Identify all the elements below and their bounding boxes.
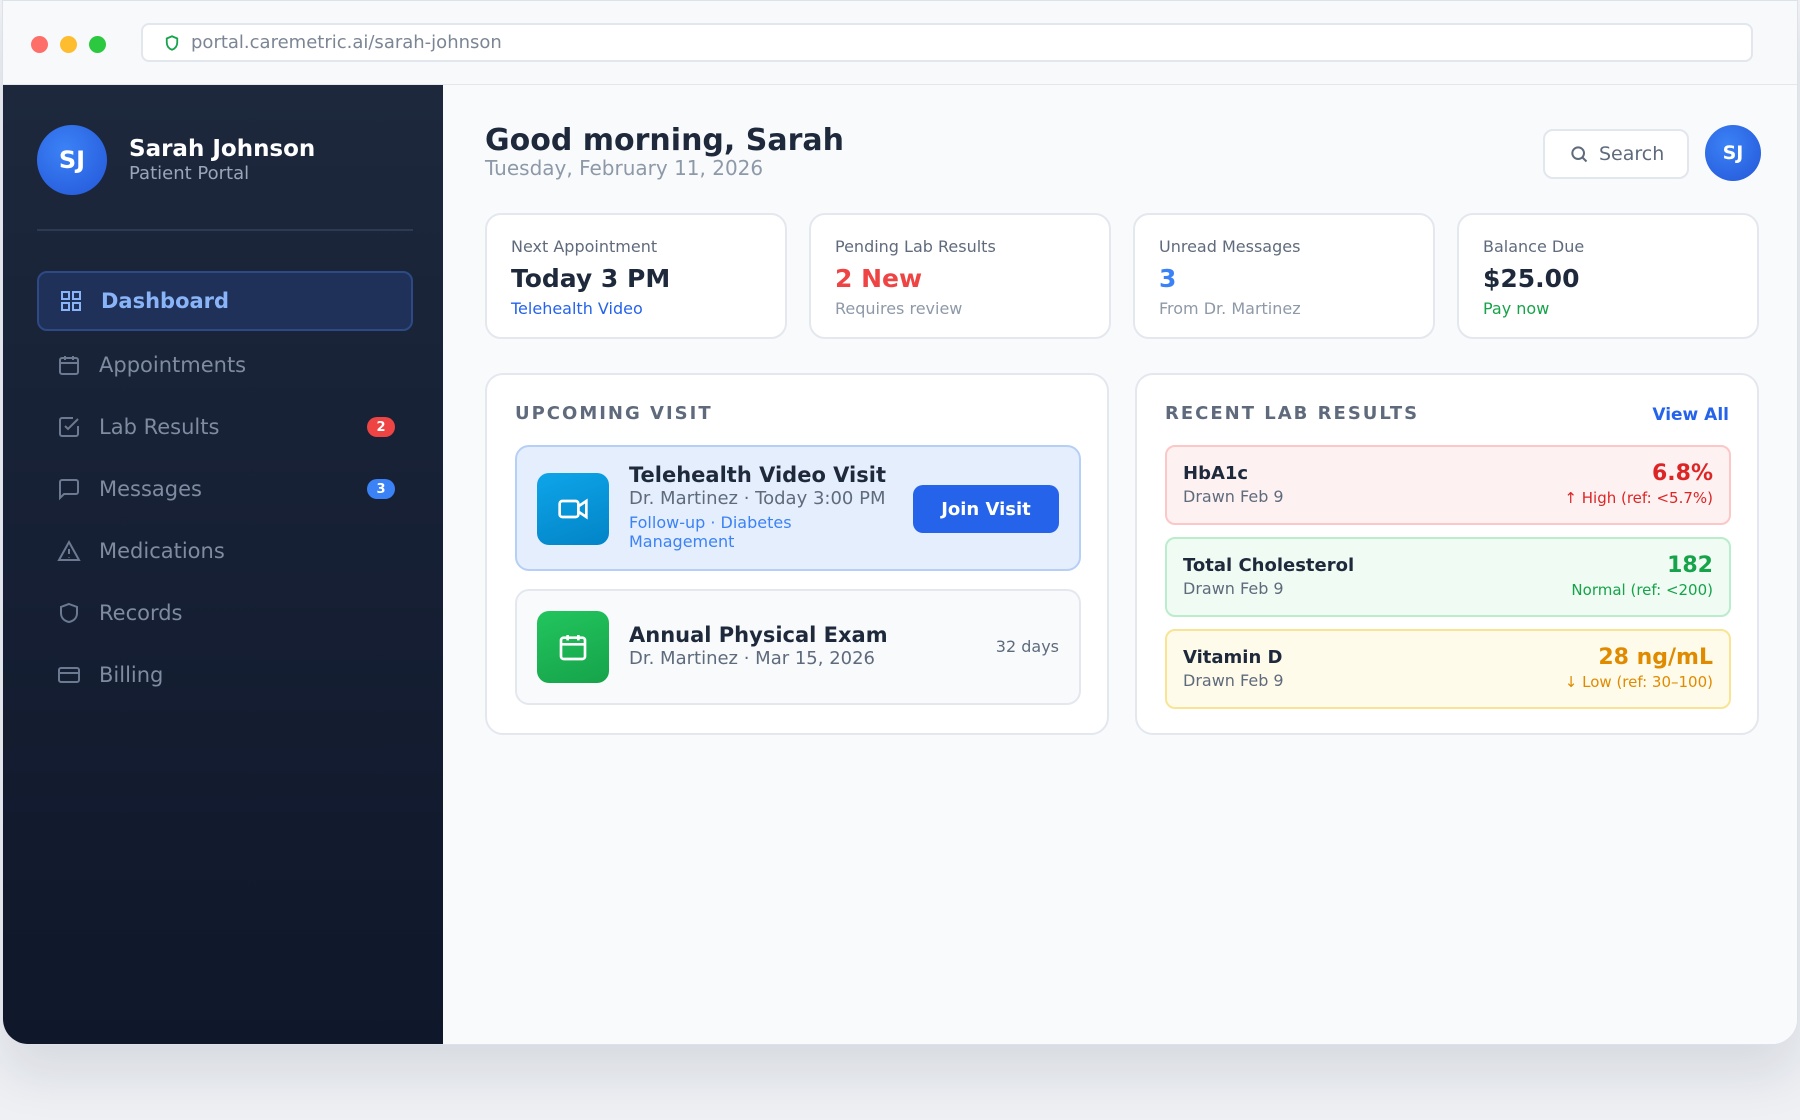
sidebar-item-label: Messages	[99, 477, 202, 501]
page-title: Good morning, Sarah	[485, 123, 844, 158]
lab-result-vitamin-d[interactable]: Vitamin D Drawn Feb 9 28 ng/mL ↓ Low (re…	[1165, 629, 1731, 709]
stat-card-balance-due[interactable]: Balance Due $25.00 Pay now	[1457, 213, 1759, 339]
upcoming-visit-card: UPCOMING VISIT Telehealth Video Visit Dr…	[485, 373, 1109, 735]
lab-result-hba1c[interactable]: HbA1c Drawn Feb 9 6.8% ↑ High (ref: <5.7…	[1165, 445, 1731, 525]
card-title: RECENT LAB RESULTS	[1165, 403, 1420, 424]
address-bar[interactable]: portal.caremetric.ai/sarah-johnson	[141, 23, 1753, 62]
stat-sub: Telehealth Video	[511, 299, 643, 318]
lab-reference: ↑ High (ref: <5.7%)	[1564, 489, 1713, 507]
lab-drawn-date: Drawn Feb 9	[1183, 671, 1284, 690]
stat-card-unread-messages[interactable]: Unread Messages 3 From Dr. Martinez	[1133, 213, 1435, 339]
stat-label: Next Appointment	[511, 237, 658, 256]
lab-name: Total Cholesterol	[1183, 555, 1355, 576]
lab-drawn-date: Drawn Feb 9	[1183, 487, 1284, 506]
stat-card-pending-labs[interactable]: Pending Lab Results 2 New Requires revie…	[809, 213, 1111, 339]
sidebar-nav: Dashboard Appointments Lab Results 2 Mes…	[37, 271, 413, 707]
lab-value: 6.8%	[1651, 461, 1713, 486]
lab-name: HbA1c	[1183, 463, 1249, 484]
stat-value: $25.00	[1483, 264, 1580, 293]
sidebar-item-label: Medications	[99, 539, 225, 563]
visit-tag: Follow-up · Diabetes Management	[629, 513, 792, 551]
credit-card-icon	[58, 667, 80, 683]
visit-title: Annual Physical Exam	[629, 623, 888, 647]
pay-now-link[interactable]: Pay now	[1483, 299, 1733, 318]
stat-value: 3	[1159, 264, 1177, 293]
sidebar-item-medications[interactable]: Medications	[37, 521, 413, 581]
sidebar-item-billing[interactable]: Billing	[37, 645, 413, 705]
sidebar-item-records[interactable]: Records	[37, 583, 413, 643]
visit-title: Telehealth Video Visit	[629, 463, 886, 487]
lab-value: 182	[1667, 553, 1713, 578]
close-window-button[interactable]	[31, 36, 48, 53]
lab-results-badge: 2	[367, 417, 395, 437]
warning-icon	[57, 539, 81, 561]
lab-reference: ↓ Low (ref: 30–100)	[1564, 673, 1713, 691]
checkbox-icon	[59, 417, 79, 437]
stat-sub: From Dr. Martinez	[1159, 299, 1301, 318]
maximize-window-button[interactable]	[89, 36, 106, 53]
view-all-link[interactable]: View All	[1652, 405, 1729, 425]
sidebar-item-label: Billing	[99, 663, 164, 687]
lab-name: Vitamin D	[1183, 647, 1283, 668]
chat-icon	[59, 479, 79, 501]
lab-reference: Normal (ref: <200)	[1571, 581, 1713, 599]
user-avatar-button[interactable]: SJ	[1705, 125, 1761, 181]
sidebar-profile: SJ Sarah Johnson Patient Portal	[37, 125, 315, 195]
visit-countdown: 32 days	[995, 637, 1059, 656]
card-title: UPCOMING VISIT	[515, 403, 713, 424]
browser-chrome: portal.caremetric.ai/sarah-johnson	[3, 1, 1797, 85]
search-label: Search	[1599, 143, 1665, 165]
video-visit-badge	[537, 473, 609, 545]
messages-badge: 3	[367, 479, 395, 499]
browser-window: portal.caremetric.ai/sarah-johnson SJ Sa…	[2, 0, 1798, 1045]
stat-label: Balance Due	[1483, 237, 1585, 256]
sidebar-item-dashboard[interactable]: Dashboard	[37, 271, 413, 331]
lab-result-cholesterol[interactable]: Total Cholesterol Drawn Feb 9 182 Normal…	[1165, 537, 1731, 617]
profile-name: Sarah Johnson	[129, 136, 316, 162]
recent-lab-results-card: RECENT LAB RESULTS View All HbA1c Drawn …	[1135, 373, 1759, 735]
lab-drawn-date: Drawn Feb 9	[1183, 579, 1284, 598]
video-icon	[558, 498, 588, 520]
secure-shield-icon	[165, 34, 179, 51]
visit-item-telehealth[interactable]: Telehealth Video Visit Dr. Martinez · To…	[515, 445, 1081, 571]
join-visit-button[interactable]: Join Visit	[913, 485, 1059, 533]
address-bar-url: portal.caremetric.ai/sarah-johnson	[191, 32, 502, 53]
sidebar: SJ Sarah Johnson Patient Portal Dashboar…	[3, 85, 443, 1044]
search-icon	[1571, 146, 1588, 163]
sidebar-item-label: Lab Results	[99, 415, 220, 439]
stat-label: Pending Lab Results	[835, 237, 996, 256]
exam-visit-badge	[537, 611, 609, 683]
shield-icon	[60, 602, 78, 624]
minimize-window-button[interactable]	[60, 36, 77, 53]
avatar: SJ	[37, 125, 107, 195]
sidebar-item-label: Dashboard	[101, 289, 230, 313]
visit-doctor-time: Dr. Martinez · Today 3:00 PM	[629, 488, 886, 509]
search-button[interactable]: Search	[1543, 129, 1689, 179]
stat-sub: Requires review	[835, 299, 963, 318]
sidebar-item-label: Records	[99, 601, 183, 625]
main-content: Good morning, Sarah Tuesday, February 11…	[443, 85, 1797, 1044]
sidebar-item-messages[interactable]: Messages 3	[37, 459, 413, 519]
stat-value: 2 New	[835, 264, 923, 293]
profile-role: Patient Portal	[129, 163, 250, 184]
sidebar-item-label: Appointments	[99, 353, 247, 377]
visit-item-annual-physical[interactable]: Annual Physical Exam Dr. Martinez · Mar …	[515, 589, 1081, 705]
sidebar-item-appointments[interactable]: Appointments	[37, 335, 413, 395]
calendar-icon	[59, 356, 79, 375]
sidebar-divider	[37, 229, 413, 231]
grid-icon	[61, 291, 81, 311]
sidebar-item-lab-results[interactable]: Lab Results 2	[37, 397, 413, 457]
current-date: Tuesday, February 11, 2026	[485, 156, 764, 180]
lab-value: 28 ng/mL	[1598, 645, 1713, 670]
stat-label: Unread Messages	[1159, 237, 1301, 256]
stat-card-next-appointment[interactable]: Next Appointment Today 3 PM Telehealth V…	[485, 213, 787, 339]
visit-doctor-time: Dr. Martinez · Mar 15, 2026	[629, 648, 876, 669]
calendar-icon	[559, 635, 587, 661]
stat-value: Today 3 PM	[511, 264, 671, 293]
